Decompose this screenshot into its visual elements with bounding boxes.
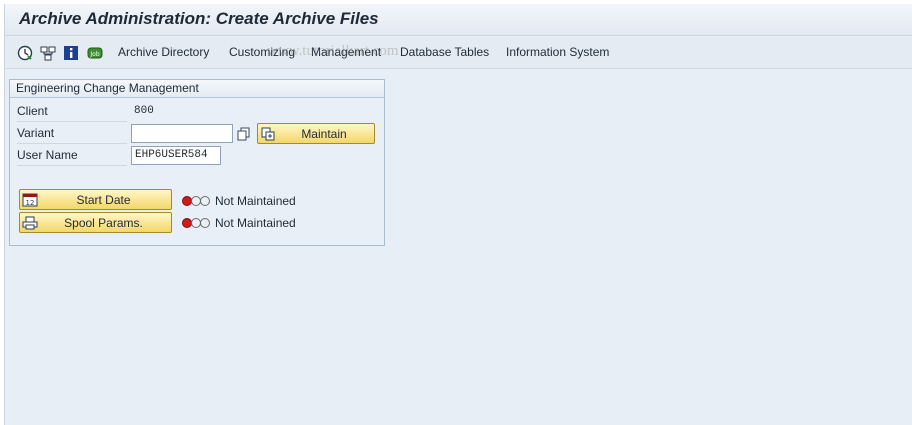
field-divider [17, 165, 127, 166]
engineering-change-group: Engineering Change Management Client 800… [9, 79, 385, 246]
start-date-button-label: Start Date [76, 193, 131, 207]
start-date-status-text: Not Maintained [215, 194, 296, 208]
user-name-label: User Name [17, 148, 78, 162]
spool-params-button-label: Spool Params. [64, 216, 143, 230]
field-divider [17, 143, 127, 144]
maintain-button[interactable]: Maintain [257, 123, 375, 144]
job-icon[interactable]: Job [87, 45, 103, 61]
variant-input[interactable] [131, 124, 233, 143]
client-value: 800 [134, 105, 154, 117]
group-title: Engineering Change Management [10, 80, 384, 98]
sap-screen: Archive Administration: Create Archive F… [4, 4, 912, 425]
clock-execute-icon[interactable] [17, 45, 33, 61]
client-label: Client [17, 104, 48, 118]
calendar-icon: 12 [22, 192, 38, 207]
user-name-field[interactable]: EHP6USER584 [131, 146, 221, 165]
edit-variant-icon [260, 126, 276, 141]
maintain-button-label: Maintain [301, 127, 347, 141]
spool-params-button[interactable]: Spool Params. [19, 212, 172, 233]
variant-label: Variant [17, 126, 55, 140]
field-divider [17, 121, 127, 122]
menu-information-system[interactable]: Information System [506, 45, 609, 59]
traffic-light-icon [182, 196, 210, 206]
spool-params-status: Not Maintained [182, 216, 296, 230]
spool-params-status-text: Not Maintained [215, 216, 296, 230]
watermark: www.tutorialkart.com [267, 43, 399, 59]
start-date-button[interactable]: 12 Start Date [19, 189, 172, 210]
svg-text:Job: Job [89, 51, 99, 58]
hierarchy-icon[interactable] [40, 45, 56, 61]
menu-archive-directory[interactable]: Archive Directory [118, 45, 209, 59]
value-help-icon[interactable] [236, 126, 252, 142]
traffic-light-icon [182, 218, 210, 228]
application-toolbar: Job Archive Directory Customizing Manage… [5, 37, 912, 69]
menu-database-tables[interactable]: Database Tables [400, 45, 489, 59]
info-icon[interactable] [63, 45, 79, 61]
printer-icon [22, 215, 38, 230]
page-title: Archive Administration: Create Archive F… [19, 9, 379, 28]
title-bar: Archive Administration: Create Archive F… [5, 4, 912, 36]
svg-text:12: 12 [26, 199, 35, 207]
start-date-status: Not Maintained [182, 194, 296, 208]
